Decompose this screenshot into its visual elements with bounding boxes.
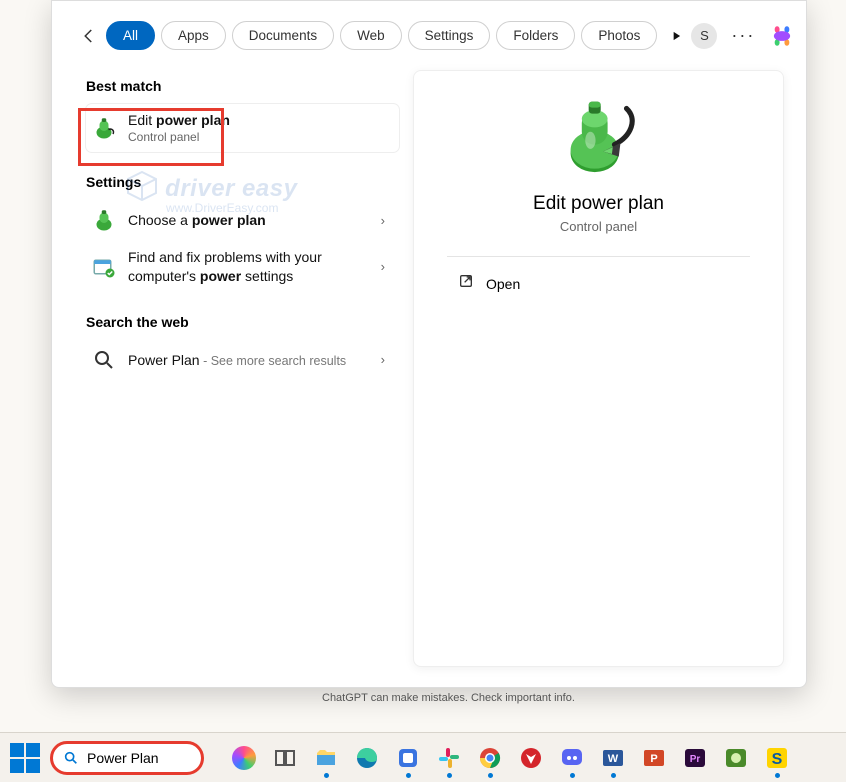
- result-title: Choose a power plan: [128, 212, 266, 228]
- result-fix-power-problems[interactable]: Find and fix problems with your computer…: [86, 240, 399, 294]
- open-action[interactable]: Open: [448, 267, 530, 300]
- search-icon: [63, 750, 79, 766]
- chevron-right-icon: ›: [381, 352, 385, 367]
- search-topbar: All Apps Documents Web Settings Folders …: [52, 1, 806, 58]
- topbar-right: S ···: [691, 23, 795, 49]
- word-icon[interactable]: W: [599, 744, 627, 772]
- snipping-tool-icon[interactable]: [394, 744, 422, 772]
- slack-icon[interactable]: [435, 744, 463, 772]
- chrome-icon[interactable]: [476, 744, 504, 772]
- back-button[interactable]: [80, 22, 98, 50]
- app-icon-green[interactable]: [722, 744, 750, 772]
- result-web-power-plan[interactable]: Power Plan - See more search results ›: [86, 340, 399, 380]
- section-search-web: Search the web: [86, 314, 399, 330]
- start-button[interactable]: [10, 743, 40, 773]
- taskbar: W P Pr S: [0, 732, 846, 782]
- more-tabs-icon[interactable]: [669, 29, 683, 43]
- tab-all[interactable]: All: [106, 21, 155, 50]
- overflow-menu-icon[interactable]: ···: [731, 25, 755, 46]
- user-avatar[interactable]: S: [691, 23, 717, 49]
- tab-documents[interactable]: Documents: [232, 21, 334, 50]
- start-search-panel: All Apps Documents Web Settings Folders …: [51, 0, 807, 688]
- detail-subtitle: Control panel: [560, 219, 637, 234]
- tab-apps[interactable]: Apps: [161, 21, 226, 50]
- battery-large-icon: [556, 93, 642, 179]
- chevron-right-icon: ›: [381, 259, 385, 274]
- result-choose-power-plan[interactable]: Choose a power plan ›: [86, 200, 399, 240]
- result-title: Find and fix problems with your computer…: [128, 248, 322, 286]
- svg-text:S: S: [772, 751, 783, 768]
- tab-photos[interactable]: Photos: [581, 21, 657, 50]
- open-label: Open: [486, 276, 520, 292]
- svg-text:P: P: [650, 753, 657, 765]
- taskbar-apps: W P Pr S: [230, 744, 791, 772]
- search-icon: [92, 348, 116, 372]
- copilot-taskbar-icon[interactable]: [230, 744, 258, 772]
- result-subtitle: Control panel: [128, 130, 230, 144]
- edge-icon[interactable]: [353, 744, 381, 772]
- svg-text:W: W: [608, 753, 619, 765]
- result-title: Power Plan - See more search results: [128, 352, 346, 368]
- premiere-icon[interactable]: Pr: [681, 744, 709, 772]
- copilot-icon[interactable]: [769, 23, 795, 49]
- result-title: Edit power plan: [128, 112, 230, 128]
- status-text: ChatGPT can make mistakes. Check importa…: [322, 692, 575, 704]
- filter-tabs: All Apps Documents Web Settings Folders …: [106, 21, 683, 50]
- results-list: Best match Edit power plan Control panel…: [52, 58, 399, 687]
- discord-icon[interactable]: [558, 744, 586, 772]
- separator: [447, 256, 750, 257]
- taskbar-search[interactable]: [50, 741, 204, 775]
- tab-folders[interactable]: Folders: [496, 21, 575, 50]
- result-edit-power-plan[interactable]: Edit power plan Control panel: [86, 104, 399, 152]
- battery-icon: [92, 208, 116, 232]
- open-external-icon: [458, 273, 474, 294]
- troubleshoot-icon: [92, 255, 116, 279]
- svg-text:Pr: Pr: [690, 754, 701, 765]
- powerpoint-icon[interactable]: P: [640, 744, 668, 772]
- chevron-right-icon: ›: [381, 213, 385, 228]
- antivirus-icon[interactable]: [517, 744, 545, 772]
- file-explorer-icon[interactable]: [312, 744, 340, 772]
- detail-title: Edit power plan: [533, 193, 664, 215]
- section-settings: Settings: [86, 174, 399, 190]
- tab-web[interactable]: Web: [340, 21, 402, 50]
- battery-icon: [92, 116, 116, 140]
- taskbar-search-input[interactable]: [87, 750, 187, 766]
- task-view-icon[interactable]: [271, 744, 299, 772]
- section-best-match: Best match: [86, 78, 399, 94]
- snagit-icon[interactable]: S: [763, 744, 791, 772]
- tab-settings[interactable]: Settings: [408, 21, 491, 50]
- result-detail-pane: Edit power plan Control panel Open: [413, 70, 784, 667]
